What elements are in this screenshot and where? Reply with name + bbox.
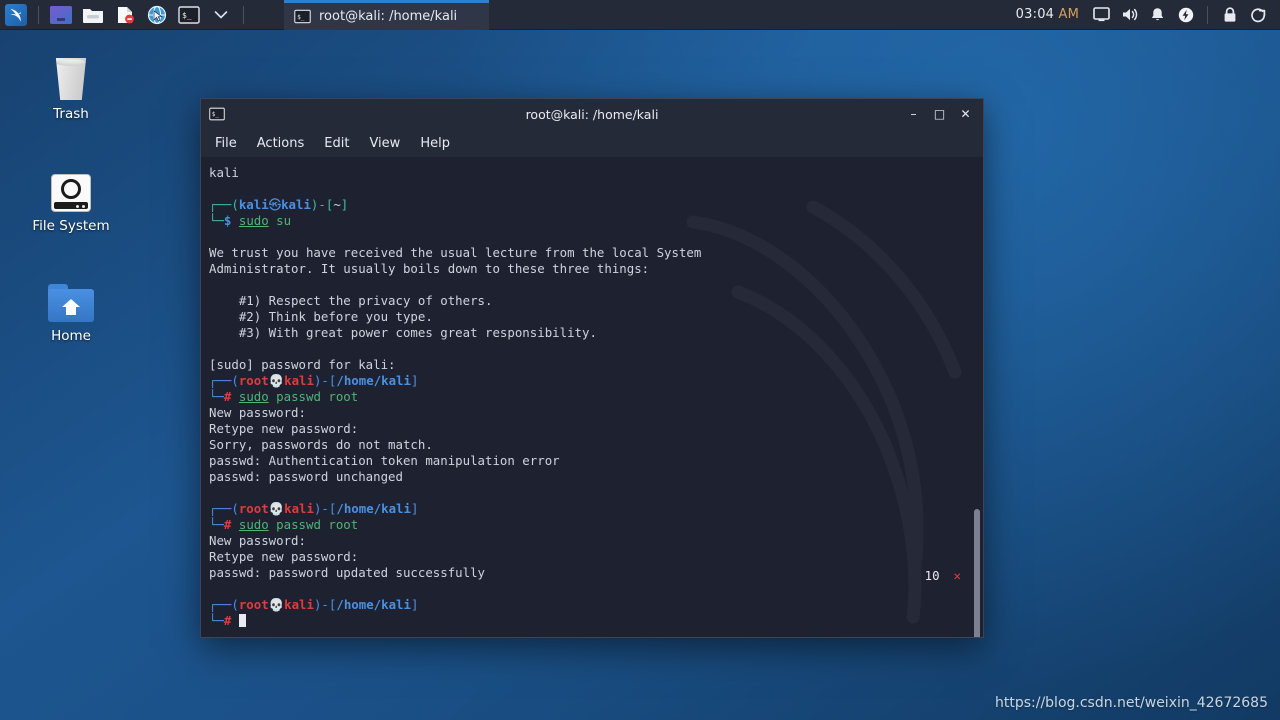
taskbar-window-button-terminal[interactable]: $_ root@kali: /home/kali [284, 0, 489, 30]
hard-drive-icon [16, 162, 126, 212]
workspace-switcher-icon[interactable] [48, 2, 74, 28]
lecture-rule-3: #3) With great power comes great respons… [209, 325, 597, 340]
display-icon[interactable] [1089, 2, 1114, 28]
prompt2-host: kali [284, 373, 314, 388]
prompt3-sigil: # [223, 517, 232, 532]
menu-item-file[interactable]: File [215, 136, 237, 151]
password-success-message: passwd: password updated successfully [209, 565, 486, 580]
password-mismatch-message: Sorry, passwords do not match. [209, 437, 433, 452]
prompt3-host: kali [284, 501, 314, 516]
desktop-icon-file-system[interactable]: File System [16, 162, 126, 234]
sudo-password-prompt: [sudo] password for kali: [209, 357, 396, 372]
exit-status-marker: ✕ [953, 568, 961, 583]
volume-icon[interactable] [1117, 2, 1142, 28]
retype-password-prompt-2: Retype new password: [209, 549, 359, 564]
prompt2-path: /home/kali [336, 373, 411, 388]
taskbar-launchers: $_ [0, 0, 250, 30]
text-editor-icon[interactable] [112, 2, 138, 28]
terminal-title: root@kali: /home/kali [525, 106, 659, 122]
terminal-scrollbar[interactable] [974, 509, 980, 637]
prompt4-sigil: # [223, 613, 232, 628]
prompt3-path: /home/kali [336, 501, 411, 516]
new-password-prompt: New password: [209, 405, 306, 420]
system-tray: 03:04 AM [1016, 0, 1280, 30]
file-manager-icon[interactable] [80, 2, 106, 28]
terminal-icon: $_ [209, 107, 225, 121]
home-folder-icon [16, 272, 126, 322]
page-watermark: https://blog.csdn.net/weixin_42672685 [994, 695, 1268, 711]
maximize-button[interactable]: □ [933, 108, 946, 121]
cmd3-rest: passwd root [268, 517, 359, 532]
exit-status-indicator: 10 ✕ [925, 568, 961, 583]
line-kali: kali [209, 165, 239, 180]
svg-text:$_: $_ [182, 11, 192, 20]
desktop-icon-trash[interactable]: Trash [16, 50, 126, 122]
cmd2-sudo: sudo [238, 389, 269, 404]
new-password-prompt-2: New password: [209, 533, 306, 548]
prompt4-path: /home/kali [336, 597, 411, 612]
terminal-icon[interactable]: $_ [176, 2, 202, 28]
prompt4-user: root [238, 597, 269, 612]
lecture-line-1: We trust you have received the usual lec… [209, 245, 702, 260]
cmd1-sudo: sudo [238, 213, 269, 228]
trash-icon [16, 50, 126, 100]
terminal-titlebar[interactable]: $_ root@kali: /home/kali – □ ✕ [201, 99, 983, 129]
chevron-down-icon[interactable] [208, 2, 234, 28]
tray-divider [1207, 5, 1208, 24]
desktop-icon-label: Trash [53, 106, 89, 122]
cmd2-rest: passwd root [268, 389, 359, 404]
menu-item-actions[interactable]: Actions [257, 136, 305, 151]
prompt2-user: root [238, 373, 269, 388]
lock-icon[interactable] [1217, 2, 1242, 28]
taskbar-window-label: root@kali: /home/kali [319, 8, 458, 24]
terminal-cursor [238, 614, 246, 627]
auth-error-message: passwd: Authentication token manipulatio… [209, 453, 560, 468]
desktop-icon-home[interactable]: Home [16, 272, 126, 344]
prompt1-path: ~ [333, 197, 341, 212]
cmd3-sudo: sudo [238, 517, 269, 532]
prompt2-sigil: # [223, 389, 232, 404]
prompt1-sigil: $ [223, 213, 232, 228]
close-button[interactable]: ✕ [959, 108, 972, 121]
prompt1-user: kali [238, 197, 269, 212]
password-unchanged-message: passwd: password unchanged [209, 469, 403, 484]
taskbar-divider [243, 5, 244, 24]
terminal-output-area[interactable]: kali ┌──(kali㉿kali)-[~] └─$ sudo su We t… [201, 157, 983, 637]
menu-item-view[interactable]: View [369, 136, 400, 151]
minimize-button[interactable]: – [907, 108, 920, 121]
lecture-rule-2: #2) Think before you type. [209, 309, 433, 324]
taskbar: $_ $_ root@kali: /home/kali 03:04 AM [0, 0, 1280, 30]
clock-ampm: AM [1058, 7, 1079, 22]
web-browser-icon[interactable] [144, 2, 170, 28]
power-icon[interactable] [1173, 2, 1198, 28]
terminal-text: kali ┌──(kali㉿kali)-[~] └─$ sudo su We t… [209, 165, 702, 628]
svg-text:$_: $_ [212, 112, 219, 118]
lecture-rule-1: #1) Respect the privacy of others. [209, 293, 493, 308]
cmd1-rest: su [268, 213, 292, 228]
terminal-menubar: File Actions Edit View Help [201, 129, 983, 157]
svg-text:$_: $_ [297, 13, 305, 20]
desktop-icon-label: Home [51, 328, 91, 344]
menu-item-help[interactable]: Help [420, 136, 450, 151]
retype-password-prompt: Retype new password: [209, 421, 359, 436]
prompt4-host: kali [284, 597, 314, 612]
notification-bell-icon[interactable] [1145, 2, 1170, 28]
taskbar-divider [38, 5, 39, 24]
clock[interactable]: 03:04 AM [1016, 7, 1079, 22]
terminal-window[interactable]: $_ root@kali: /home/kali – □ ✕ File Acti… [200, 98, 984, 638]
kali-menu-icon[interactable] [3, 2, 29, 28]
window-controls: – □ ✕ [907, 108, 975, 121]
clock-time: 03:04 [1015, 7, 1055, 22]
prompt1-host: kali [281, 197, 311, 212]
prompt3-user: root [238, 501, 269, 516]
menu-item-edit[interactable]: Edit [324, 136, 349, 151]
logout-icon[interactable] [1245, 2, 1270, 28]
exit-status-code: 10 [924, 568, 940, 583]
desktop-icon-label: File System [32, 218, 110, 234]
terminal-icon: $_ [294, 9, 311, 23]
lecture-line-2: Administrator. It usually boils down to … [209, 261, 650, 276]
